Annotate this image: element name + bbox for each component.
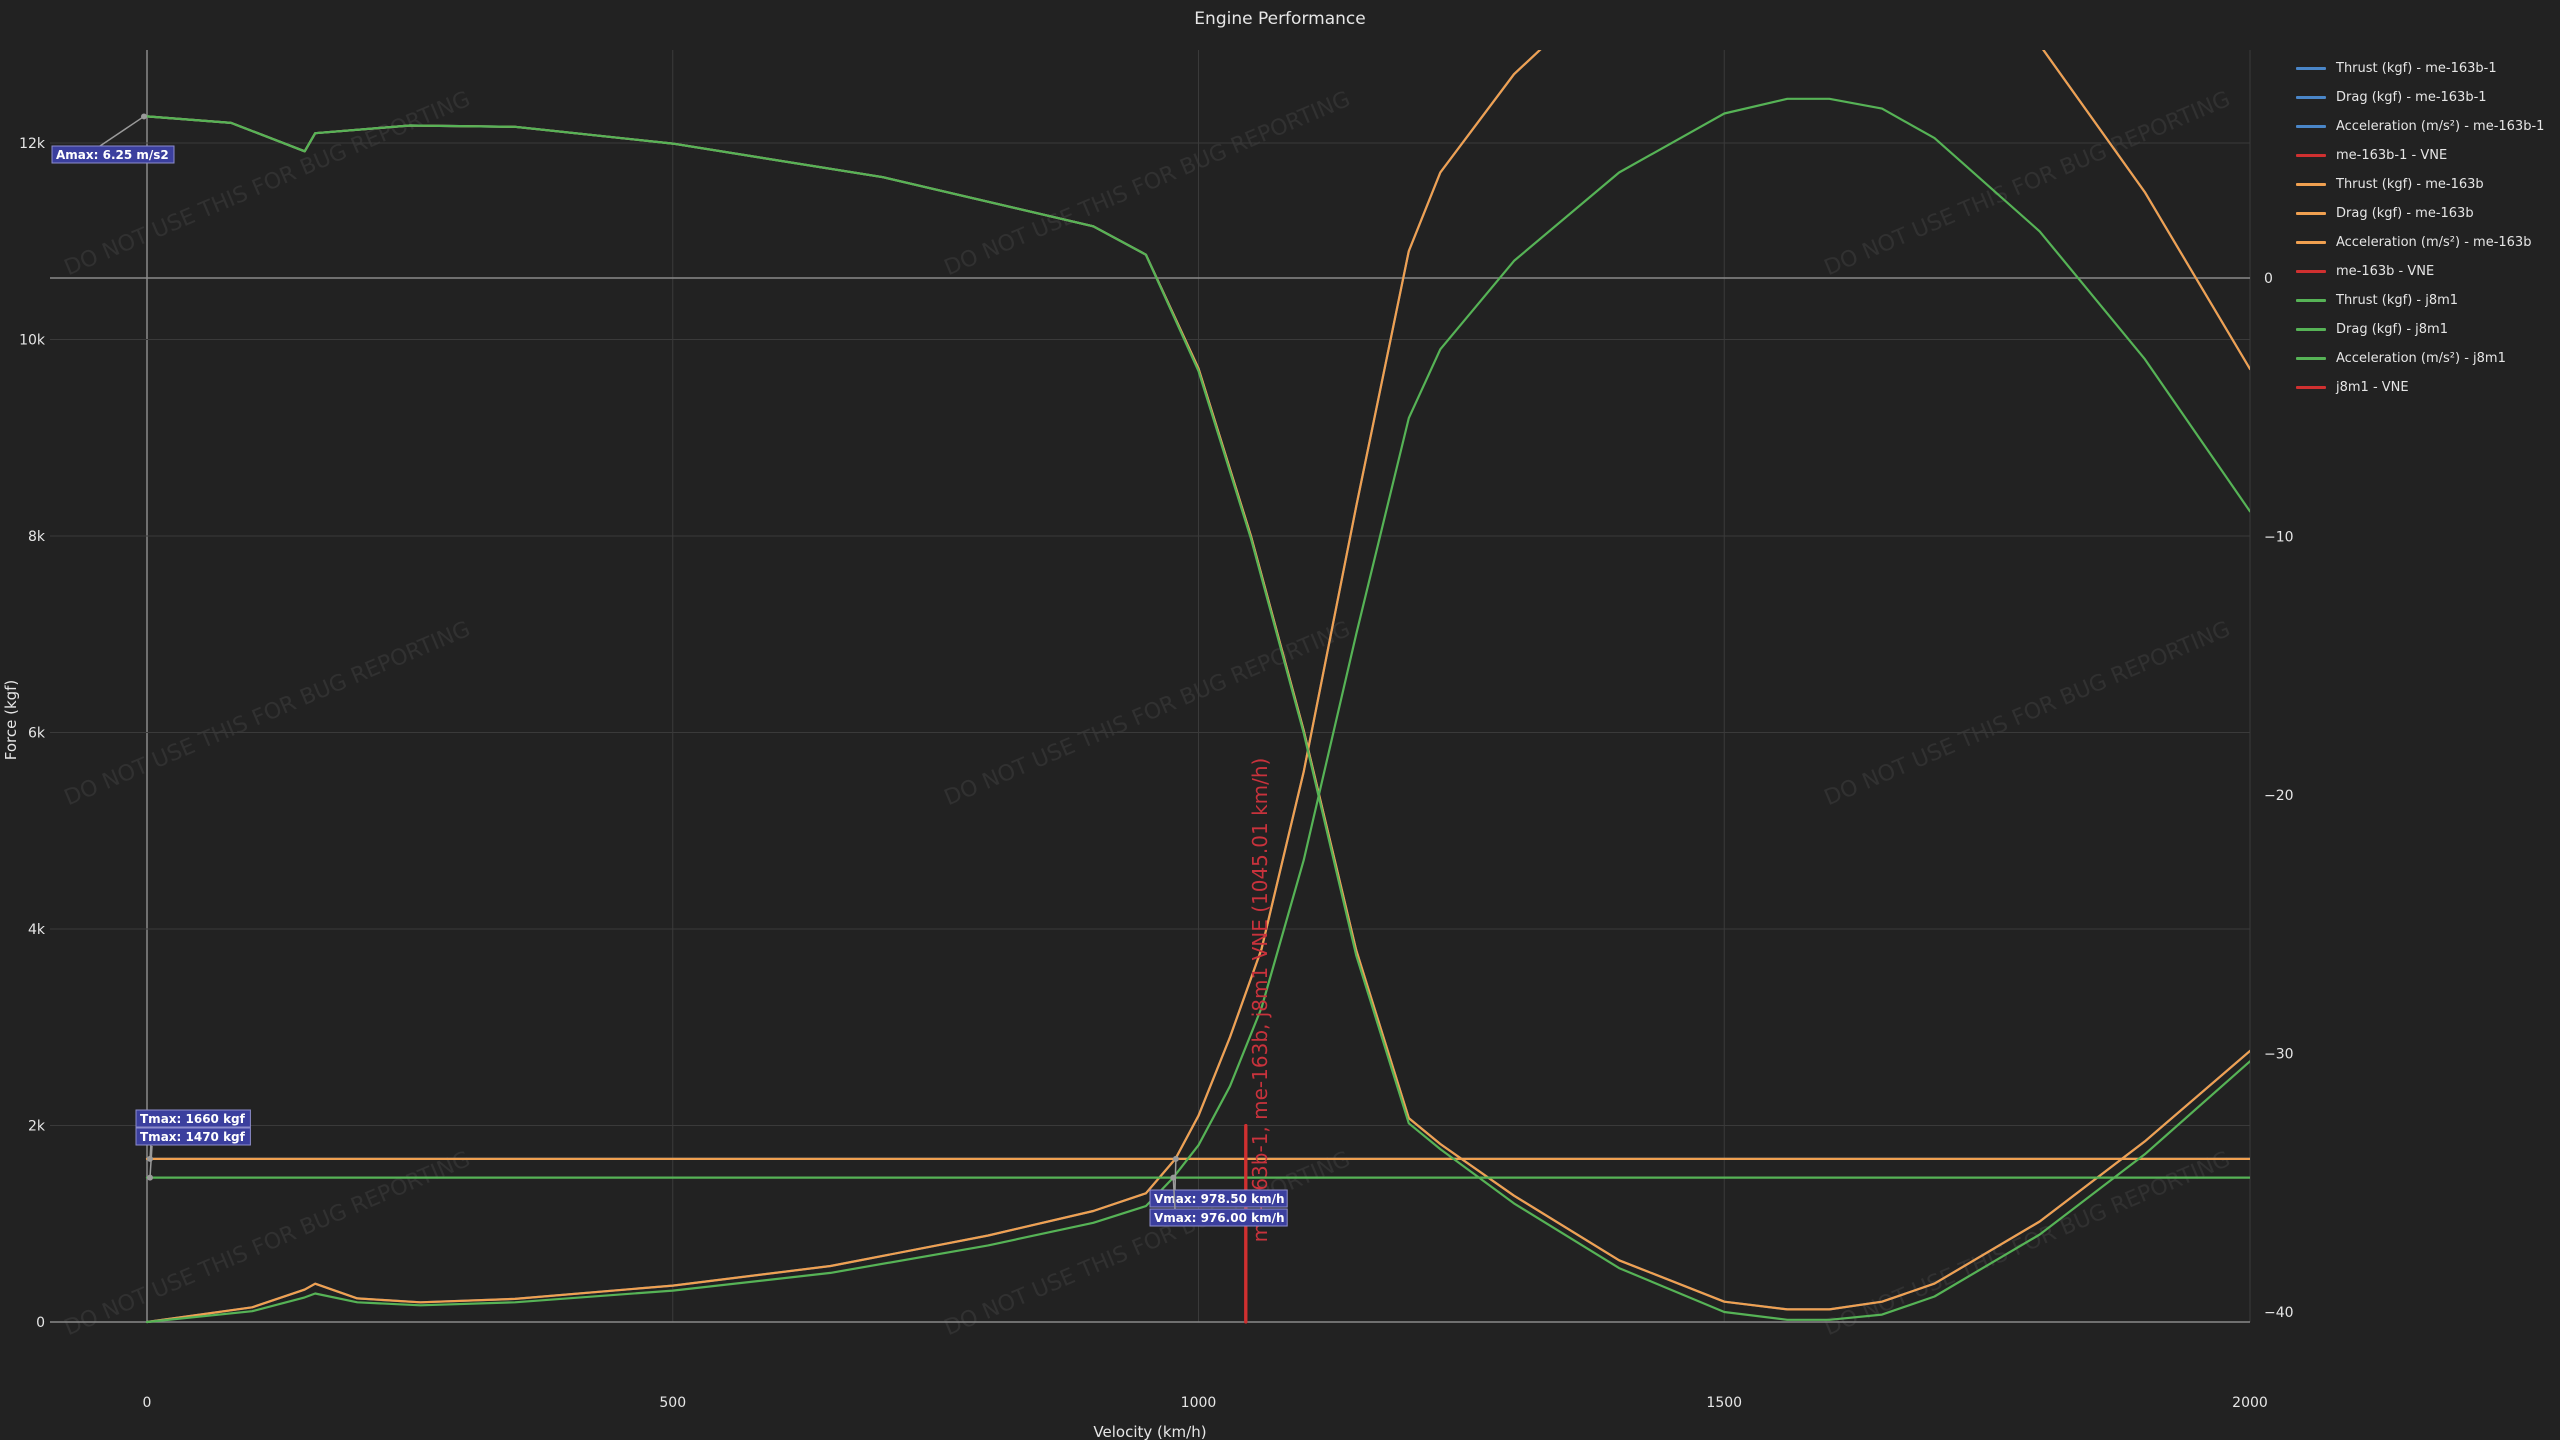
legend-swatch (2296, 96, 2326, 99)
y2-tick-label: −30 (2264, 1047, 2294, 1063)
annotation-layer: me-163b-1, me-163b, j8m1 VNE (1045.01 km… (51, 113, 1288, 1243)
legend-item[interactable]: Thrust (kgf) - j8m1 (2296, 286, 2544, 315)
legend-item[interactable]: j8m1 - VNE (2296, 373, 2544, 402)
legend-item[interactable]: Drag (kgf) - j8m1 (2296, 315, 2544, 344)
y2-tick-label: −20 (2264, 788, 2294, 804)
y-tick-label: 12k (19, 136, 46, 152)
chart-title: Engine Performance (1194, 9, 1365, 29)
annotation-label: Tmax: 1660 kgf (140, 1112, 246, 1126)
y-tick-label: 0 (36, 1315, 45, 1331)
legend-label: Drag (kgf) - me-163b (2336, 206, 2474, 221)
y-tick-label: 4k (28, 922, 46, 938)
y-tick-label: 6k (28, 726, 46, 742)
legend-item[interactable]: Acceleration (m/s²) - j8m1 (2296, 344, 2544, 373)
watermark-text: DO NOT USE THIS FOR BUG REPORTING (61, 1147, 474, 1341)
y2-tick-label: −10 (2264, 530, 2294, 546)
x-tick-label: 2000 (2232, 1395, 2268, 1411)
watermark-text: DO NOT USE THIS FOR BUG REPORTING (941, 617, 1354, 811)
x-axis-title: Velocity (km/h) (1093, 1423, 1206, 1440)
annotation-arrowhead (141, 113, 147, 120)
x-tick-label: 500 (659, 1395, 686, 1411)
legend-label: me-163b - VNE (2336, 264, 2435, 279)
legend-label: Acceleration (m/s²) - me-163b (2336, 235, 2532, 250)
x-tick-label: 1000 (1181, 1395, 1217, 1411)
annotation-label: Amax: 6.25 m/s2 (56, 148, 169, 162)
legend-label: Acceleration (m/s²) - j8m1 (2336, 351, 2506, 366)
watermark-text: DO NOT USE THIS FOR BUG REPORTING (1821, 87, 2234, 281)
chart-legend: Thrust (kgf) - me-163b-1 Drag (kgf) - me-… (2296, 54, 2544, 402)
annotation-arrowhead (147, 1155, 153, 1162)
x-tick-label: 1500 (1706, 1395, 1742, 1411)
annotation-label: Vmax: 976.00 km/h (1154, 1211, 1285, 1225)
y-axis-title: Force (kgf) (2, 680, 20, 761)
engine-performance-chart: Engine Performance DO NOT USE THIS FOR B… (2, 9, 2294, 1440)
y-tick-label: 2k (28, 1119, 46, 1135)
legend-swatch (2296, 270, 2326, 273)
legend-item[interactable]: me-163b-1 - VNE (2296, 141, 2544, 170)
legend-label: me-163b-1 - VNE (2336, 148, 2448, 163)
watermark-text: DO NOT USE THIS FOR BUG REPORTING (941, 87, 1354, 281)
legend-swatch (2296, 67, 2326, 70)
watermark-text: DO NOT USE THIS FOR BUG REPORTING (1821, 617, 2234, 811)
y-tick-label: 8k (28, 529, 46, 545)
legend-swatch (2296, 154, 2326, 157)
legend-label: Drag (kgf) - j8m1 (2336, 322, 2448, 337)
annotation-arrowhead (1172, 1155, 1179, 1162)
legend-item[interactable]: Drag (kgf) - me-163b (2296, 199, 2544, 228)
legend-label: Thrust (kgf) - me-163b-1 (2336, 61, 2497, 76)
legend-label: Acceleration (m/s²) - me-163b-1 (2336, 119, 2545, 134)
vne-label: me-163b-1, me-163b, j8m1 VNE (1045.01 km… (1248, 758, 1272, 1243)
watermark-layer: DO NOT USE THIS FOR BUG REPORTING DO NOT … (61, 87, 2234, 1341)
x-tick-label: 0 (143, 1395, 152, 1411)
y2-tick-label: 0 (2264, 271, 2273, 287)
legend-label: j8m1 - VNE (2336, 380, 2409, 395)
annotation-label: Tmax: 1470 kgf (140, 1130, 246, 1144)
legend-swatch (2296, 183, 2326, 186)
legend-label: Thrust (kgf) - me-163b (2336, 177, 2484, 192)
legend-swatch (2296, 125, 2326, 128)
annotation-arrowhead (147, 1174, 153, 1181)
legend-item[interactable]: Thrust (kgf) - me-163b-1 (2296, 54, 2544, 83)
legend-item[interactable]: me-163b - VNE (2296, 257, 2544, 286)
legend-item[interactable]: Thrust (kgf) - me-163b (2296, 170, 2544, 199)
legend-label: Drag (kgf) - me-163b-1 (2336, 90, 2487, 105)
legend-swatch (2296, 357, 2326, 360)
legend-label: Thrust (kgf) - j8m1 (2336, 293, 2459, 308)
y-tick-label: 10k (19, 333, 46, 349)
legend-swatch (2296, 241, 2326, 244)
legend-item[interactable]: Acceleration (m/s²) - me-163b (2296, 228, 2544, 257)
legend-swatch (2296, 328, 2326, 331)
y2-tick-label: −40 (2264, 1305, 2294, 1321)
watermark-text: DO NOT USE THIS FOR BUG REPORTING (61, 617, 474, 811)
annotation-arrowhead (1170, 1174, 1177, 1181)
annotation-arrow (99, 115, 145, 147)
legend-item[interactable]: Drag (kgf) - me-163b-1 (2296, 83, 2544, 112)
watermark-text: DO NOT USE THIS FOR BUG REPORTING (1821, 1147, 2234, 1341)
watermark-text: DO NOT USE THIS FOR BUG REPORTING (61, 87, 474, 281)
legend-item[interactable]: Acceleration (m/s²) - me-163b-1 (2296, 112, 2544, 141)
annotation-arrow (1174, 1158, 1177, 1191)
legend-swatch (2296, 386, 2326, 389)
watermark-text: DO NOT USE THIS FOR BUG REPORTING (941, 1147, 1354, 1341)
legend-swatch (2296, 212, 2326, 215)
legend-swatch (2296, 299, 2326, 302)
